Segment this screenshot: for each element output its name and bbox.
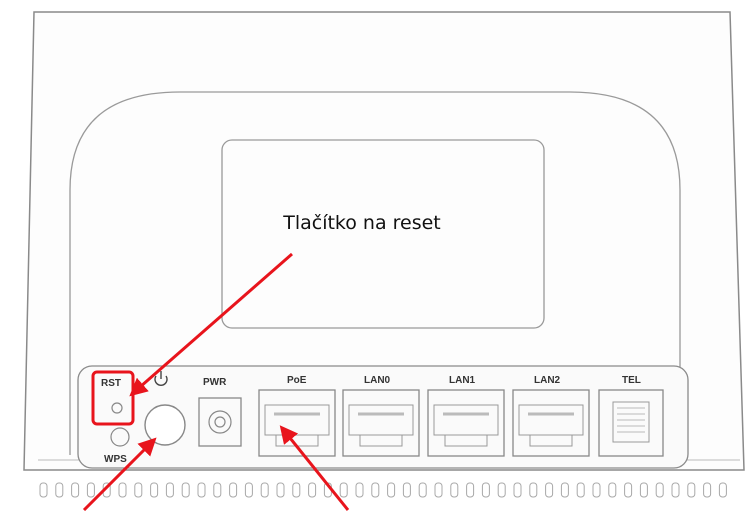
vent-slot (560, 482, 569, 498)
vent-slot (497, 482, 506, 498)
vent-slot (608, 482, 617, 498)
vent-slot (292, 482, 301, 498)
vent-slot (213, 482, 222, 498)
vent-slot (639, 482, 648, 498)
vent-slot (371, 482, 380, 498)
vent-slot (308, 482, 317, 498)
vent-slot (355, 482, 364, 498)
wps-label: WPS (104, 454, 127, 465)
vent-slot (718, 482, 727, 498)
lan0-label: LAN0 (364, 375, 391, 386)
vent-slot (466, 482, 475, 498)
vent-slot (387, 482, 396, 498)
vent-slot (71, 482, 80, 498)
vent-slot (86, 482, 95, 498)
router-diagram: RST WPS PWR PoE LAN0 LAN1 LAN2 TEL Tlačí… (0, 0, 749, 512)
vent-slot (134, 482, 143, 498)
vent-slot (703, 482, 712, 498)
router-drawing: RST WPS PWR PoE LAN0 LAN1 LAN2 TEL (23, 11, 745, 512)
vent-slot (687, 482, 696, 498)
vent-slot (624, 482, 633, 498)
vent-slot (418, 482, 427, 498)
vent-slot (150, 482, 159, 498)
vent-slot (576, 482, 585, 498)
vent-slot (434, 482, 443, 498)
lan1-label: LAN1 (449, 375, 476, 386)
vent-slot (402, 482, 411, 498)
vent-slot (592, 482, 601, 498)
reset-button-label: Tlačítko na reset (283, 212, 441, 234)
pwr-label: PWR (203, 377, 227, 388)
rst-label: RST (101, 378, 121, 389)
ventilation-slots (39, 482, 727, 498)
vent-slot (450, 482, 459, 498)
vent-slot (655, 482, 664, 498)
vent-slot (545, 482, 554, 498)
tel-label: TEL (622, 375, 641, 386)
power-button (144, 404, 186, 446)
vent-slot (39, 482, 48, 498)
vent-slot (244, 482, 253, 498)
vent-slot (671, 482, 680, 498)
vent-slot (165, 482, 174, 498)
poe-label: PoE (287, 375, 307, 386)
vent-slot (260, 482, 269, 498)
vent-slot (229, 482, 238, 498)
vent-slot (481, 482, 490, 498)
vent-slot (513, 482, 522, 498)
vent-slot (181, 482, 190, 498)
lan2-label: LAN2 (534, 375, 561, 386)
vent-slot (276, 482, 285, 498)
vent-slot (529, 482, 538, 498)
vent-slot (197, 482, 206, 498)
vent-slot (55, 482, 64, 498)
vent-slot (339, 482, 348, 498)
vent-slot (118, 482, 127, 498)
